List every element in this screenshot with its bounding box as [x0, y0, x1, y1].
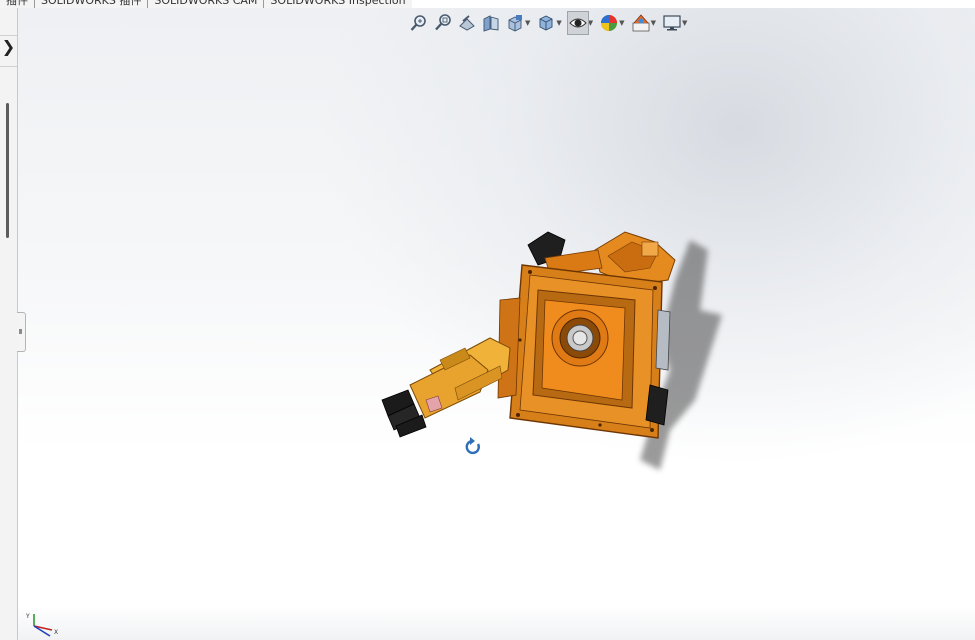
hide-show-items-icon[interactable]	[566, 11, 589, 35]
viewport-bottom-band	[18, 606, 975, 640]
expand-panel-arrow-icon[interactable]: ❯	[0, 35, 17, 67]
tab-solidworks-addins[interactable]: SOLIDWORKS 插件	[35, 0, 149, 8]
view-orientation-icon[interactable]	[504, 11, 526, 35]
panel-collapse-handle[interactable]	[17, 312, 26, 352]
reference-triad: Y X	[25, 613, 58, 637]
previous-view-icon[interactable]	[456, 11, 478, 35]
rotate-view-cursor-icon	[465, 437, 480, 455]
tab-solidworks-inspection[interactable]: SOLIDWORKS Inspection	[264, 0, 412, 8]
triad-y-label: Y	[25, 613, 30, 620]
apply-scene-icon[interactable]	[630, 11, 652, 35]
display-style-icon[interactable]	[535, 11, 557, 35]
view-settings-icon[interactable]	[661, 11, 683, 35]
heads-up-view-toolbar: ▼ ▼ ▼ ▼ ▼ ▼	[408, 10, 690, 36]
tab-solidworks-cam[interactable]: SOLIDWORKS CAM	[148, 0, 265, 8]
zoom-to-fit-icon[interactable]	[408, 11, 430, 35]
zoom-to-area-icon[interactable]	[432, 11, 454, 35]
panel-scrollbar[interactable]	[6, 103, 9, 238]
section-view-icon[interactable]	[480, 11, 502, 35]
triad-x-label: X	[54, 629, 58, 636]
feature-manager-panel: ❯	[0, 8, 18, 640]
edit-appearance-icon[interactable]	[598, 11, 620, 35]
robot-joint-model[interactable]	[370, 220, 750, 500]
tab-plugins[interactable]: 插件	[0, 0, 35, 8]
